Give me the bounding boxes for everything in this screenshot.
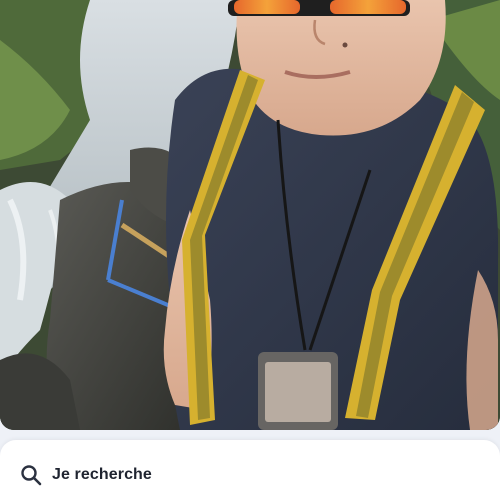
- search-preferences-card: Je recherche: [0, 440, 500, 500]
- search-preferences-row[interactable]: Je recherche: [20, 464, 152, 486]
- search-preferences-label: Je recherche: [52, 466, 152, 483]
- search-icon: [20, 464, 42, 486]
- profile-photo[interactable]: [0, 0, 500, 430]
- profile-photo-illustration: [0, 0, 500, 430]
- profile-screen: Je recherche: [0, 0, 500, 500]
